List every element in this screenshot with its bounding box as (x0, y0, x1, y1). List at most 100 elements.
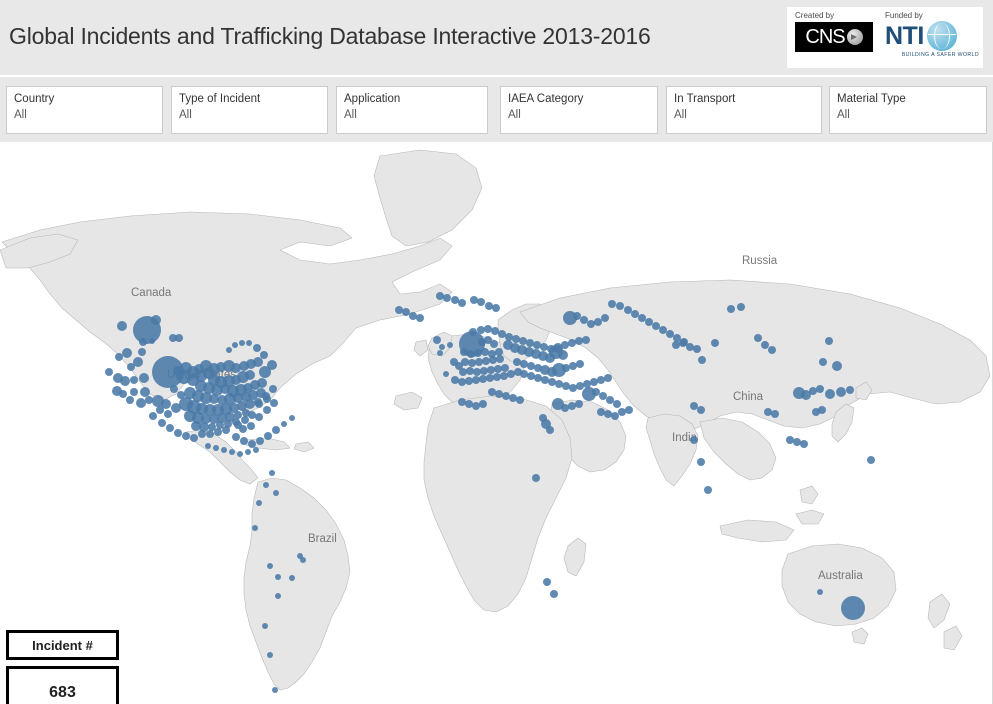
incident-marker[interactable] (532, 474, 540, 482)
incident-marker[interactable] (139, 338, 147, 346)
incident-marker[interactable] (490, 340, 498, 348)
incident-marker[interactable] (819, 358, 827, 366)
incident-marker[interactable] (256, 437, 264, 445)
incident-marker[interactable] (264, 432, 272, 440)
incident-marker[interactable] (149, 412, 157, 420)
filter-iaea-category[interactable]: IAEA Category All (500, 86, 658, 134)
incident-marker[interactable] (550, 590, 558, 598)
incident-marker[interactable] (240, 437, 248, 445)
incident-marker[interactable] (138, 348, 146, 356)
incident-marker[interactable] (269, 470, 275, 476)
filter-application[interactable]: Application All (336, 86, 488, 134)
filter-iaea-category-value[interactable]: All (508, 108, 657, 123)
incident-marker[interactable] (711, 339, 719, 347)
incident-marker[interactable] (768, 346, 776, 354)
incident-marker[interactable] (248, 411, 256, 419)
incident-marker[interactable] (247, 422, 255, 430)
incident-marker[interactable] (455, 362, 463, 370)
filter-type-of-incident-value[interactable]: All (179, 108, 327, 123)
incident-marker[interactable] (130, 376, 138, 384)
incident-marker[interactable] (754, 334, 762, 342)
incident-marker[interactable] (601, 314, 609, 322)
incident-marker[interactable] (267, 360, 277, 370)
incident-marker[interactable] (575, 400, 583, 408)
incident-marker[interactable] (437, 350, 443, 356)
incident-marker[interactable] (447, 342, 453, 348)
filter-material-type-value[interactable]: All (837, 108, 986, 123)
incident-marker[interactable] (836, 387, 846, 397)
incident-marker[interactable] (433, 336, 441, 344)
incident-marker[interactable] (825, 389, 835, 399)
incident-marker[interactable] (245, 449, 251, 455)
incident-marker[interactable] (206, 430, 214, 438)
incident-marker[interactable] (817, 589, 823, 595)
filter-in-transport[interactable]: In Transport All (666, 86, 822, 134)
incident-marker[interactable] (727, 305, 735, 313)
incident-marker[interactable] (616, 302, 624, 310)
incident-marker[interactable] (289, 415, 295, 421)
incident-marker[interactable] (156, 406, 164, 414)
incident-marker[interactable] (841, 596, 865, 620)
incident-marker[interactable] (175, 334, 183, 342)
incident-marker[interactable] (120, 376, 130, 386)
incident-marker[interactable] (825, 337, 833, 345)
incident-marker[interactable] (241, 416, 249, 424)
incident-marker[interactable] (130, 388, 138, 396)
incident-marker[interactable] (300, 557, 306, 563)
incident-marker[interactable] (229, 449, 235, 455)
incident-marker[interactable] (263, 395, 271, 403)
incident-marker[interactable] (613, 400, 621, 408)
incident-marker[interactable] (126, 396, 134, 404)
incident-marker[interactable] (543, 578, 551, 586)
incident-marker[interactable] (151, 315, 161, 325)
incident-marker[interactable] (182, 432, 190, 440)
incident-marker[interactable] (771, 410, 779, 418)
incident-marker[interactable] (846, 386, 854, 394)
incident-marker[interactable] (496, 355, 504, 363)
incident-marker[interactable] (273, 490, 279, 496)
incident-marker[interactable] (122, 348, 132, 358)
incident-marker[interactable] (867, 456, 875, 464)
incident-marker[interactable] (232, 342, 238, 348)
incident-marker[interactable] (458, 299, 466, 307)
incident-marker[interactable] (477, 298, 485, 306)
incident-marker[interactable] (275, 593, 281, 599)
incident-marker[interactable] (117, 321, 127, 331)
filter-in-transport-value[interactable]: All (674, 108, 821, 123)
incident-marker[interactable] (812, 408, 820, 416)
incident-marker[interactable] (166, 424, 174, 432)
incident-marker[interactable] (690, 436, 698, 444)
incident-marker[interactable] (800, 440, 808, 448)
incident-marker[interactable] (479, 400, 487, 408)
incident-marker[interactable] (245, 370, 255, 380)
incident-marker[interactable] (257, 378, 267, 388)
incident-marker[interactable] (469, 328, 477, 336)
incident-marker[interactable] (177, 391, 185, 399)
incident-marker[interactable] (171, 403, 181, 413)
incident-marker[interactable] (272, 426, 280, 434)
incident-marker[interactable] (226, 347, 232, 353)
filter-material-type[interactable]: Material Type All (829, 86, 987, 134)
incident-marker[interactable] (149, 338, 155, 344)
incident-marker[interactable] (158, 419, 166, 427)
incident-marker[interactable] (127, 363, 135, 371)
incident-marker[interactable] (115, 353, 123, 361)
incident-marker[interactable] (214, 428, 222, 436)
incident-marker[interactable] (256, 500, 262, 506)
incident-marker[interactable] (281, 421, 287, 427)
incident-marker[interactable] (267, 652, 273, 658)
incident-marker[interactable] (576, 360, 584, 368)
incident-marker[interactable] (698, 356, 706, 364)
incident-marker[interactable] (267, 563, 273, 569)
incident-marker[interactable] (697, 458, 705, 466)
map-canvas[interactable]: CanadaUnited StatesBrazilRussiaChinaIndi… (0, 142, 993, 704)
incident-marker[interactable] (443, 371, 449, 377)
incident-marker[interactable] (693, 345, 701, 353)
incident-marker[interactable] (105, 368, 113, 376)
incident-marker[interactable] (190, 434, 198, 442)
incident-marker[interactable] (269, 385, 277, 393)
incident-marker[interactable] (263, 406, 271, 414)
incident-marker[interactable] (253, 344, 261, 352)
incident-marker[interactable] (492, 304, 500, 312)
filter-country[interactable]: Country All (6, 86, 163, 134)
